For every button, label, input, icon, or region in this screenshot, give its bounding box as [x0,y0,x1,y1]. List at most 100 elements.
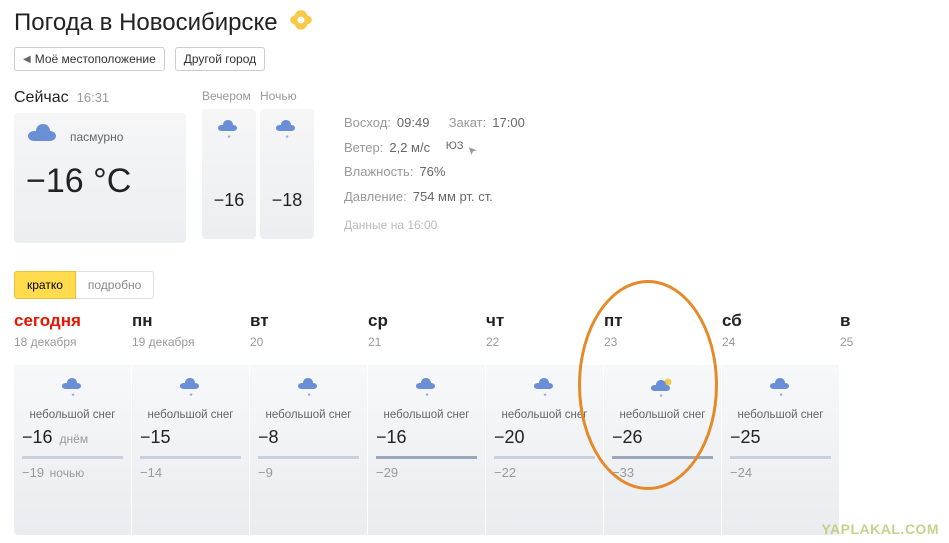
day-temp-low: −33 [612,465,713,480]
forecast-card: * небольшой снег −26 −33 [604,365,722,535]
day-condition: небольшой снег [140,409,241,421]
day-temp-high: −16 днём [22,427,123,448]
snow-icon: * [730,377,831,401]
my-location-button[interactable]: ◀ Моё местоположение [14,47,165,71]
svg-text:*: * [189,392,192,401]
night-temp: −18 [272,190,303,211]
night-strip [730,456,831,459]
other-city-button[interactable]: Другой город [175,47,265,71]
wind-label: Ветер: [344,136,383,161]
svg-text:*: * [285,134,288,143]
view-tabs: кратко подробно [14,271,935,299]
svg-text:*: * [227,134,230,143]
day-date: 24 [722,335,840,349]
day-date: 25 [840,335,860,349]
wind-arrow-icon: ➤ [462,136,486,160]
day-temp-low: −19 ночью [22,465,123,480]
sunset-label: Закат: [449,111,487,136]
watermark: YAPLAKAL.COM [822,521,940,537]
forecast-day[interactable]: вт20*небольшой снег−8−9 [250,311,368,535]
cloud-icon [26,123,60,150]
tab-detailed[interactable]: подробно [76,271,154,299]
svg-text:*: * [779,392,782,401]
chevron-left-icon: ◀ [23,54,31,65]
day-condition: небольшой снег [730,409,831,421]
day-temp-low: −22 [494,465,595,480]
now-label: Сейчас [14,89,69,107]
svg-text:*: * [307,392,310,401]
sun-snow-icon: * [612,377,713,401]
forecast-day[interactable]: сегодня 18 декабря * небольшой снег −16 днём… [14,311,132,535]
day-condition: небольшой снег [376,409,477,421]
day-temp-high: −16 [376,427,477,448]
evening-card: * −16 [202,109,256,239]
now-card: пасмурно −16 °С [14,113,186,243]
forecast-strip: сегодня 18 декабря * небольшой снег −16 днём… [14,311,935,535]
day-of-week: пн [132,311,250,331]
day-date: 18 декабря [14,335,132,349]
night-strip [494,456,595,459]
pressure-value: 754 мм рт. ст. [413,185,493,210]
day-temp-low: −29 [376,465,477,480]
snow-icon: * [275,119,299,146]
day-date: 23 [604,335,722,349]
day-date: 20 [250,335,368,349]
yandex-weather-icon [288,8,314,37]
day-date: 22 [486,335,604,349]
day-condition: небольшой снег [612,409,713,421]
snow-icon: * [140,377,241,401]
evening-temp: −16 [214,190,245,211]
night-label: Ночью [260,89,318,103]
day-temp-high: −15 [140,427,241,448]
snow-icon: * [494,377,595,401]
day-of-week: вт [250,311,368,331]
svg-text:*: * [543,392,546,401]
now-condition: пасмурно [70,130,123,144]
forecast-day[interactable]: пт 23 * небольшой снег −26 −33 [604,311,722,535]
svg-text:*: * [659,393,662,401]
day-of-week: в [840,311,860,331]
forecast-day[interactable]: в 25 [840,311,860,535]
sunrise-value: 09:49 [397,111,430,136]
svg-text:*: * [71,392,74,401]
day-of-week: пт [604,311,722,331]
evening-label: Вечером [202,89,260,103]
forecast-card: *небольшой снег−16−29 [368,365,486,535]
other-city-label: Другой город [184,52,256,66]
day-date: 19 декабря [132,335,250,349]
forecast-card: * небольшой снег −15 −14 [132,365,250,535]
forecast-card: *небольшой снег−8−9 [250,365,368,535]
sunrise-label: Восход: [344,111,391,136]
sunset-value: 17:00 [492,111,525,136]
snow-icon: * [217,119,241,146]
weather-details: Восход: 09:49 Закат: 17:00 Ветер: 2,2 м/… [344,89,525,243]
data-asof: Данные на 16:00 [344,214,525,237]
forecast-day[interactable]: ср21*небольшой снег−16−29 [368,311,486,535]
forecast-day[interactable]: чт22*небольшой снег−20−22 [486,311,604,535]
day-of-week: сегодня [14,311,132,331]
wind-value: 2,2 м/с [389,136,430,161]
day-of-week: ср [368,311,486,331]
snow-icon: * [258,377,359,401]
day-of-week: сб [722,311,840,331]
night-strip [140,456,241,459]
day-condition: небольшой снег [22,409,123,421]
day-temp-high: −26 [612,427,713,448]
forecast-day[interactable]: сб24*небольшой снег−25−24 [722,311,840,535]
day-condition: небольшой снег [494,409,595,421]
snow-icon: * [22,377,123,401]
wind-dir: ЮЗ [446,136,464,161]
tab-brief[interactable]: кратко [14,271,76,299]
day-temp-low: −14 [140,465,241,480]
my-location-label: Моё местоположение [35,52,156,66]
night-strip [612,456,713,459]
forecast-card: *небольшой снег−25−24 [722,365,840,535]
forecast-day[interactable]: пн 19 декабря * небольшой снег −15 −14 [132,311,250,535]
page-title: Погода в Новосибирске [14,9,278,37]
day-temp-high: −25 [730,427,831,448]
night-strip [258,456,359,459]
day-temp-low: −9 [258,465,359,480]
forecast-card: * небольшой снег −20 −22 [486,365,604,535]
day-temp-high: −8 [258,427,359,448]
day-temp-high: −20 [494,427,595,448]
